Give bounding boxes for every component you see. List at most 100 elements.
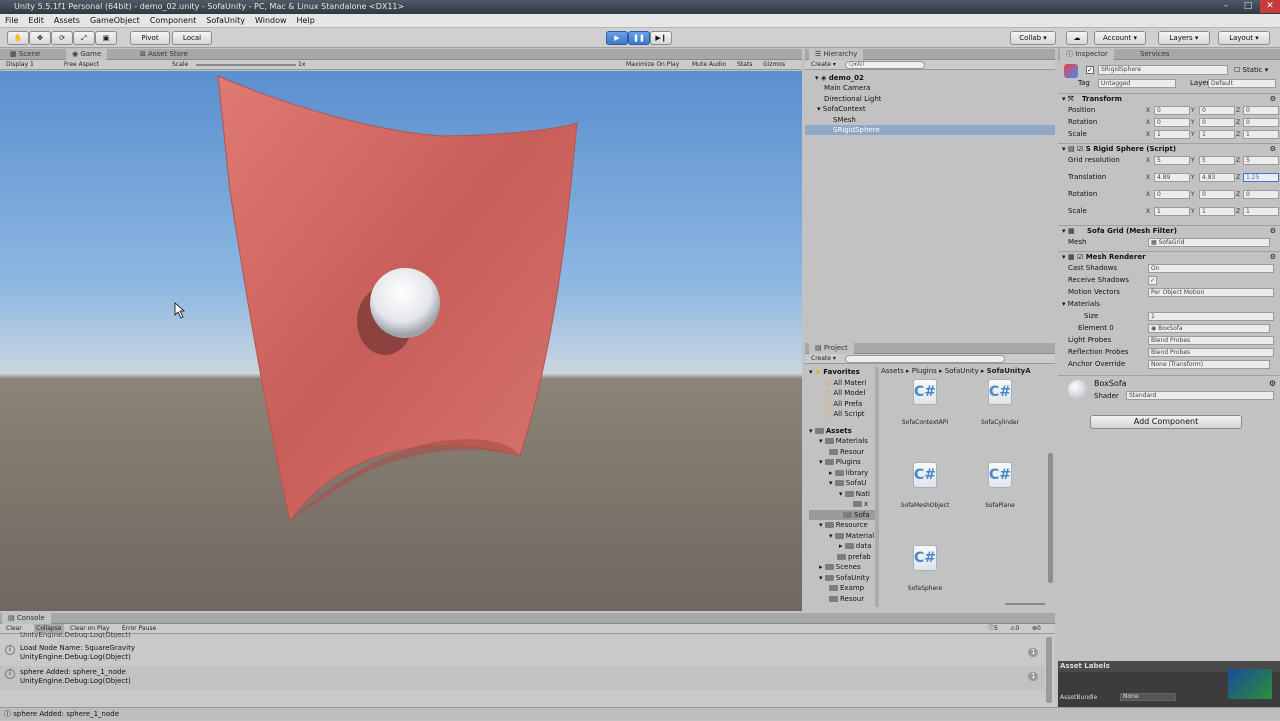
favorites-node[interactable]: ▾ ★ Favorites (809, 367, 879, 378)
rigid-sphere-header[interactable]: ▾ ▤ ☑ S Rigid Sphere (Script) ⚙ (1058, 143, 1280, 154)
project-create-dropdown[interactable]: Create ▾ (811, 354, 836, 364)
menu-edit[interactable]: Edit (23, 14, 49, 28)
cast-shadows-dropdown[interactable]: On (1148, 264, 1274, 273)
tree-folder[interactable]: Resour (809, 447, 879, 458)
tree-folder[interactable]: Examp (809, 583, 879, 594)
stats-toggle[interactable]: Stats (737, 60, 752, 70)
csharp-script-icon[interactable]: C# (988, 379, 1012, 405)
component-gear-icon[interactable]: ⚙ (1269, 379, 1276, 388)
rect-tool-icon[interactable]: ▣ (95, 31, 117, 45)
rigid-rotation-y-field[interactable]: 0 (1199, 190, 1235, 199)
fav-all-prefabs[interactable]: ○ All Prefa (809, 399, 879, 410)
display-dropdown[interactable]: Display 1 (6, 60, 34, 70)
pause-button[interactable]: ❚❚ (628, 31, 650, 45)
mesh-filter-header[interactable]: ▾ ▦ Sofa Grid (Mesh Filter) ⚙ (1058, 225, 1280, 236)
hierarchy-item-directional-light[interactable]: Directional Light (824, 94, 882, 104)
rigid-rotation-x-field[interactable]: 0 (1154, 190, 1190, 199)
rigid-scale-z-field[interactable]: 1 (1243, 207, 1279, 216)
hierarchy-item-srigidsphere[interactable]: SRigidSphere (805, 125, 1055, 135)
transform-header[interactable]: ▾ ⤧ Transform ⚙ (1058, 93, 1280, 104)
cloud-icon[interactable]: ☁ (1066, 31, 1088, 45)
csharp-script-icon[interactable]: C# (913, 379, 937, 405)
static-toggle[interactable]: ☐ Static ▾ (1234, 66, 1268, 74)
game-viewport[interactable] (0, 71, 802, 611)
tab-asset-store[interactable]: ⊞ Asset Store (134, 49, 194, 60)
mesh-renderer-header[interactable]: ▾ ▦ ☑ Mesh Renderer ⚙ (1058, 251, 1280, 262)
move-tool-icon[interactable]: ✥ (29, 31, 51, 45)
asset-bundle-dropdown[interactable]: None (1120, 693, 1176, 701)
aspect-dropdown[interactable]: Free Aspect (64, 60, 99, 70)
grid-z-field[interactable]: 5 (1243, 156, 1279, 165)
tree-folder[interactable]: ▸ Scenes (809, 562, 879, 573)
account-dropdown[interactable]: Account ▾ (1094, 31, 1146, 45)
rigid-scale-y-field[interactable]: 1 (1199, 207, 1235, 216)
tree-folder[interactable]: ▾ SofaU (809, 478, 879, 489)
maximize-icon[interactable]: □ (1238, 0, 1258, 13)
anchor-override-field[interactable]: None (Transform) (1148, 360, 1270, 369)
receive-shadows-checkbox[interactable]: ✓ (1148, 276, 1157, 285)
tree-folder[interactable]: ▾ Resource (809, 520, 879, 531)
local-toggle[interactable]: Local (172, 31, 212, 45)
hierarchy-create-dropdown[interactable]: Create ▾ (811, 60, 836, 70)
materials-size-field[interactable]: 1 (1148, 312, 1274, 321)
project-search-input[interactable] (845, 355, 1005, 363)
hierarchy-item-smesh[interactable]: SMesh (833, 115, 856, 125)
tree-folder[interactable]: ▾ Nati (809, 489, 879, 500)
scale-tool-icon[interactable]: ⤢ (73, 31, 95, 45)
tree-folder[interactable]: prefab (809, 552, 879, 563)
minimize-icon[interactable]: – (1216, 0, 1236, 13)
breadcrumb-item[interactable]: SofaUnityA (987, 367, 1031, 375)
menu-window[interactable]: Window (250, 14, 292, 28)
component-gear-icon[interactable]: ⚙ (1270, 94, 1276, 105)
light-probes-dropdown[interactable]: Blend Probes (1148, 336, 1274, 345)
menu-sofaunity[interactable]: SofaUnity (201, 14, 250, 28)
maximize-on-play-toggle[interactable]: Maximize On Play (626, 60, 679, 70)
tab-console[interactable]: ▤ Console (2, 613, 51, 624)
component-gear-icon[interactable]: ⚙ (1270, 252, 1276, 263)
csharp-script-icon[interactable]: C# (988, 462, 1012, 488)
collab-dropdown[interactable]: Collab ▾ (1010, 31, 1056, 45)
translation-z-field[interactable]: 1.25 (1243, 173, 1279, 182)
hierarchy-item-main-camera[interactable]: Main Camera (824, 83, 870, 93)
mute-audio-toggle[interactable]: Mute Audio (692, 60, 726, 70)
object-name-field[interactable]: SRigidSphere (1098, 65, 1228, 75)
tree-folder[interactable]: ▸ data (809, 541, 879, 552)
warning-count-badge[interactable]: ⚠ 0 (1010, 624, 1019, 634)
hand-tool-icon[interactable]: ✋ (7, 31, 29, 45)
play-button[interactable]: ▶ (606, 31, 628, 45)
rigid-scale-x-field[interactable]: 1 (1154, 207, 1190, 216)
grid-x-field[interactable]: 5 (1154, 156, 1190, 165)
csharp-script-icon[interactable]: C# (913, 545, 937, 571)
scale-y-field[interactable]: 1 (1199, 130, 1235, 139)
tag-dropdown[interactable]: Untagged (1098, 79, 1176, 88)
pivot-toggle[interactable]: Pivot (130, 31, 170, 45)
grid-y-field[interactable]: 5 (1199, 156, 1235, 165)
rigid-rotation-z-field[interactable]: 0 (1243, 190, 1279, 199)
layers-dropdown[interactable]: Layers ▾ (1158, 31, 1210, 45)
position-y-field[interactable]: 0 (1199, 106, 1235, 115)
fav-all-scripts[interactable]: ○ All Script (809, 409, 879, 420)
icon-size-slider[interactable] (1005, 603, 1045, 605)
position-z-field[interactable]: 0 (1243, 106, 1279, 115)
breadcrumb-item[interactable]: SofaUnity (945, 367, 979, 375)
project-grid-scrollbar[interactable] (1048, 453, 1053, 583)
menu-assets[interactable]: Assets (49, 14, 85, 28)
hierarchy-search-input[interactable]: Q▾All (845, 61, 925, 69)
layout-dropdown[interactable]: Layout ▾ (1218, 31, 1270, 45)
component-gear-icon[interactable]: ⚙ (1270, 144, 1276, 155)
rotation-y-field[interactable]: 0 (1199, 118, 1235, 127)
add-component-button[interactable]: Add Component (1090, 415, 1242, 429)
rotation-x-field[interactable]: 0 (1154, 118, 1190, 127)
tree-folder[interactable]: x (809, 499, 879, 510)
translation-y-field[interactable]: 4.83 (1199, 173, 1235, 182)
hierarchy-scene-root[interactable]: ▾ ◈ demo_02 (815, 73, 864, 83)
tree-folder[interactable]: ▾ SofaUnity (809, 573, 879, 584)
fav-all-materials[interactable]: ○ All Materi (809, 378, 879, 389)
materials-row[interactable]: ▾ Materials (1058, 299, 1280, 310)
component-gear-icon[interactable]: ⚙ (1270, 226, 1276, 237)
gizmos-dropdown[interactable]: Gizmos (763, 60, 785, 70)
tree-folder[interactable]: ▾ Materials (809, 436, 879, 447)
tree-folder[interactable]: ▾ Plugins (809, 457, 879, 468)
reflection-probes-dropdown[interactable]: Blend Probes (1148, 348, 1274, 357)
menu-component[interactable]: Component (145, 14, 201, 28)
